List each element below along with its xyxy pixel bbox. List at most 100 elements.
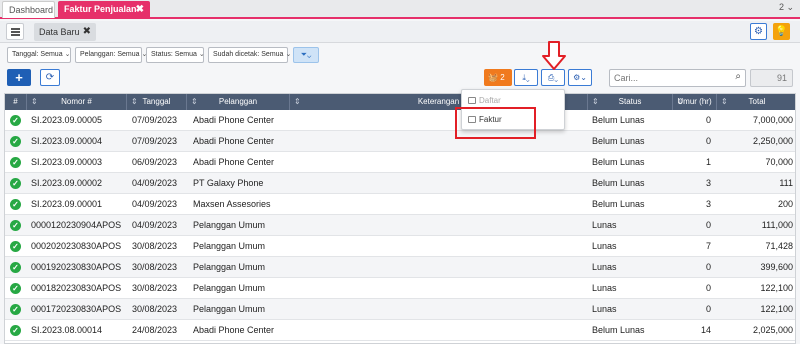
download-button[interactable]: ⤓⌄ (514, 69, 538, 86)
cell-nomor: SI.2023.09.00005 (31, 115, 103, 125)
filter-pelanggan[interactable]: Pelanggan: Semua ⌄ (75, 47, 147, 63)
filter-label: Tanggal: Semua (12, 51, 63, 58)
col-header-status[interactable]: ⇕ Status (588, 94, 673, 110)
tab-faktur-penjualan[interactable]: Faktur Penjualan ✖ (58, 1, 150, 18)
filter-status[interactable]: Status: Semua ⌄ (146, 47, 205, 63)
cell-nomor: SI.2023.09.00001 (31, 199, 103, 209)
col-header-umur[interactable]: ⇕ Umur (hr) (673, 94, 717, 110)
cell-tanggal: 04/09/2023 (132, 178, 178, 188)
settings-button[interactable]: ⚙⌄ (568, 69, 592, 86)
cell-total: 399,600 (760, 262, 793, 272)
cell-keterangan (294, 320, 584, 341)
filter-sudah-dicetak[interactable]: Sudah dicetak: Semua ⌄ (208, 47, 291, 63)
table-row[interactable]: ✓ SI.2023.09.00003 06/09/2023 Abadi Phone C… (5, 152, 795, 173)
col-header-tanggal[interactable]: ⇕ Tanggal (127, 94, 187, 110)
cell-status: Belum Lunas (592, 157, 645, 167)
add-button[interactable]: + (7, 69, 31, 86)
header-label: Tanggal (142, 97, 171, 106)
table-row[interactable]: ✓ 0000120230904APOS 04/09/2023 Pelanggan Um… (5, 215, 795, 236)
refresh-icon: ⟳ (45, 72, 55, 83)
col-header-index[interactable]: # (5, 94, 27, 110)
cell-umur: 0 (705, 283, 711, 293)
table-row[interactable]: ✓ 0001720230830APOS 30/08/2023 Pelanggan Um… (5, 299, 795, 320)
cell-status: Belum Lunas (592, 136, 645, 146)
subtab-label: Data Baru (39, 27, 80, 37)
cell-keterangan (294, 131, 584, 152)
cell-status: Lunas (592, 220, 617, 230)
tab-count-dropdown[interactable]: 2 ⌄ (779, 2, 794, 13)
cell-umur: 0 (705, 115, 711, 125)
list-icon-line (11, 31, 20, 33)
filter-button[interactable]: ⏷⌄ (293, 47, 319, 63)
col-header-total[interactable]: ⇕ Total (717, 94, 795, 110)
cell-status: Belum Lunas (592, 325, 645, 335)
cell-tanggal: 04/09/2023 (132, 199, 178, 209)
table-row[interactable]: ✓ SI.2023.09.00005 07/09/2023 Abadi Phone C… (5, 110, 795, 131)
cell-tanggal: 04/09/2023 (132, 220, 178, 230)
cell-tanggal: 30/08/2023 (132, 262, 178, 272)
basket-button[interactable]: 🧺 2 (484, 69, 512, 86)
table-row[interactable]: ✓ SI.2023.09.00002 04/09/2023 PT Galaxy Pho… (5, 173, 795, 194)
table-row[interactable]: ✓ 0002020230830APOS 30/08/2023 Pelanggan Um… (5, 236, 795, 257)
list-icon-line (11, 34, 20, 36)
lightbulb-icon: 💡 (775, 26, 788, 37)
gear-button[interactable]: ⚙ (750, 23, 767, 40)
check-circle-icon: ✓ (10, 157, 21, 168)
basket-count: 2 (500, 73, 505, 82)
cell-status: Lunas (592, 283, 617, 293)
table-row[interactable]: ✓ SI.2023.08.00014 24/08/2023 Abadi Phone C… (5, 320, 795, 341)
cell-pelanggan: PT Galaxy Phone (193, 178, 264, 188)
settings-icon: ⚙⌄ (573, 73, 587, 82)
cell-keterangan (294, 215, 584, 236)
cell-umur: 0 (705, 136, 711, 146)
cell-pelanggan: Abadi Phone Center (193, 157, 275, 167)
print-button[interactable]: ⎙⌄ (541, 69, 565, 86)
tab-label: Faktur Penjualan (64, 4, 137, 14)
basket-icon: 🧺 (488, 73, 498, 82)
cell-umur: 3 (705, 199, 711, 209)
list-toggle-button[interactable] (6, 23, 24, 40)
cell-tanggal: 07/09/2023 (132, 136, 178, 146)
cell-total: 122,100 (760, 304, 793, 314)
filter-tanggal[interactable]: Tanggal: Semua ⌄ (7, 47, 71, 63)
print-icon (468, 97, 476, 104)
header-label: Total (748, 97, 766, 106)
cell-tanggal: 30/08/2023 (132, 241, 178, 251)
subtab-data-baru[interactable]: Data Baru ✖ (34, 23, 96, 41)
lightbulb-button[interactable]: 💡 (773, 23, 790, 40)
cell-keterangan (294, 236, 584, 257)
col-header-pelanggan[interactable]: ⇕ Pelanggan (187, 94, 290, 110)
cell-total: 111 (779, 178, 793, 188)
cell-keterangan (294, 257, 584, 278)
subtab-bar: Data Baru ✖ ⚙ 💡 (0, 21, 800, 43)
cell-pelanggan: Maxsen Assesories (193, 199, 271, 209)
cell-keterangan (294, 173, 584, 194)
tab-dashboard[interactable]: Dashboard (2, 1, 55, 18)
cell-pelanggan: Pelanggan Umum (193, 220, 266, 230)
cell-nomor: SI.2023.08.00014 (31, 325, 103, 335)
menu-item-daftar[interactable]: Daftar (468, 94, 501, 108)
chevron-down-icon: ⌄ (64, 51, 71, 58)
cell-umur: 3 (705, 178, 711, 188)
close-icon[interactable]: ✖ (83, 23, 91, 41)
cell-keterangan (294, 194, 584, 215)
cell-pelanggan: Abadi Phone Center (193, 136, 275, 146)
table-row[interactable]: ✓ 0001920230830APOS 30/08/2023 Pelanggan Um… (5, 257, 795, 278)
close-icon[interactable]: ✖ (136, 1, 144, 18)
cell-total: 122,100 (760, 283, 793, 293)
refresh-button[interactable]: ⟳ (40, 69, 60, 86)
col-header-nomor[interactable]: ⇕ Nomor # (27, 94, 127, 110)
cell-status: Lunas (592, 262, 617, 272)
check-circle-icon: ✓ (10, 283, 21, 294)
search-box: ⌕ (609, 69, 746, 87)
print-icon: ⎙⌄ (547, 73, 559, 82)
cell-status: Lunas (592, 304, 617, 314)
cell-total: 111,000 (761, 220, 793, 230)
search-input[interactable] (614, 70, 726, 86)
table-row[interactable]: ✓ SI.2023.09.00004 07/09/2023 Abadi Phone C… (5, 131, 795, 152)
search-icon[interactable]: ⌕ (735, 71, 741, 82)
cell-tanggal: 30/08/2023 (132, 304, 178, 314)
table-row[interactable]: ✓ 0001820230830APOS 30/08/2023 Pelanggan Um… (5, 278, 795, 299)
cell-nomor: 0001920230830APOS (31, 262, 122, 272)
table-row[interactable]: ✓ SI.2023.09.00001 04/09/2023 Maxsen Asseso… (5, 194, 795, 215)
